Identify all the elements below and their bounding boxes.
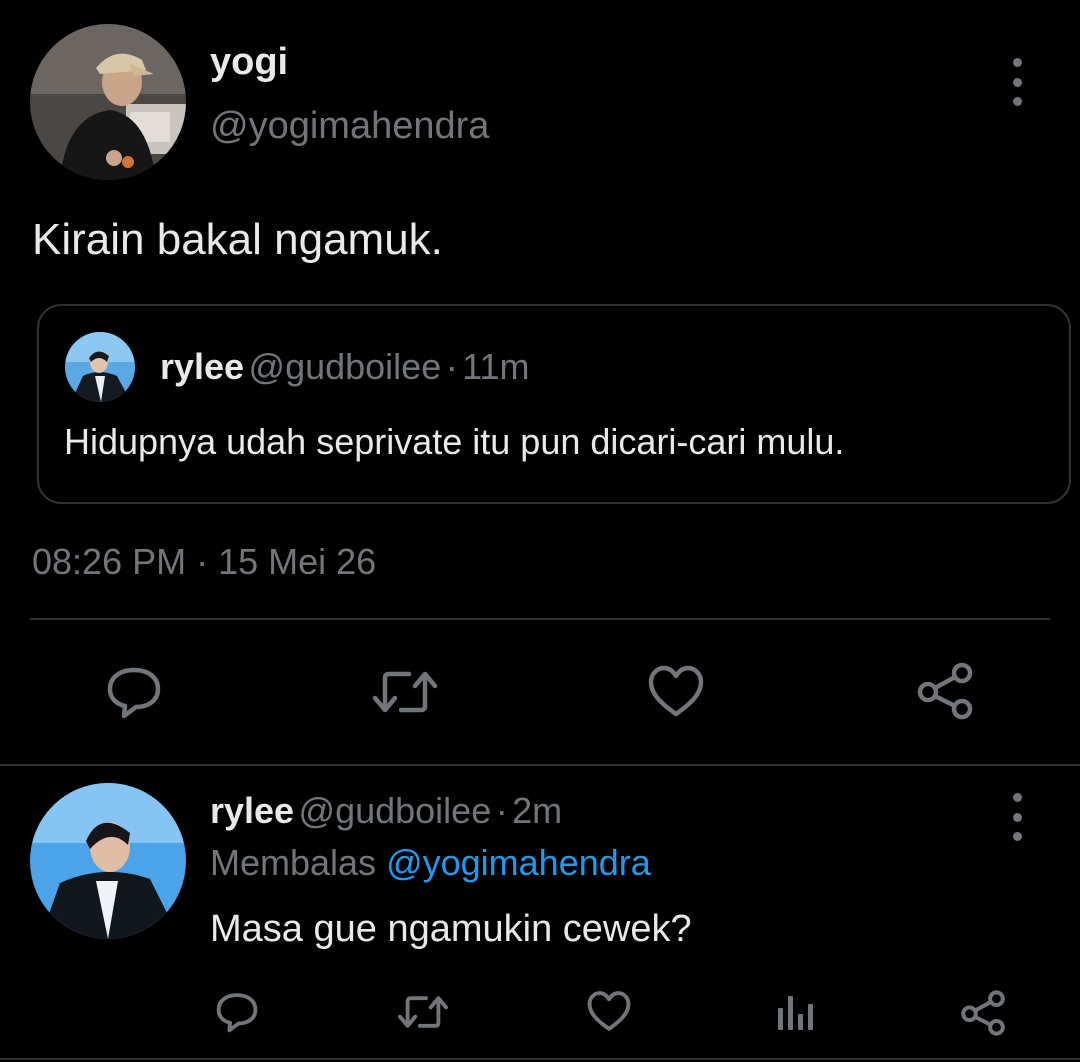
share-icon[interactable] <box>960 990 1006 1036</box>
reply-icon[interactable] <box>104 664 164 720</box>
reply-handle[interactable]: @gudboilee <box>299 790 492 831</box>
like-icon[interactable] <box>647 664 705 718</box>
quoted-tweet-card[interactable]: rylee @gudboilee · 11m Hidupnya udah sep… <box>37 304 1071 504</box>
like-icon[interactable] <box>586 990 632 1032</box>
replying-label: Membalas <box>210 842 377 883</box>
reply-text: Masa gue ngamukin cewek? <box>210 908 692 950</box>
share-icon[interactable] <box>916 662 974 720</box>
reply-display-name[interactable]: rylee <box>210 790 294 831</box>
replying-to: Membalas @yogimahendra <box>210 841 651 885</box>
quoted-handle: @gudboilee <box>248 346 442 387</box>
author-avatar[interactable] <box>30 24 186 180</box>
author-display-name[interactable]: yogi <box>210 40 288 84</box>
retweet-icon[interactable] <box>371 666 439 718</box>
more-options-icon[interactable] <box>1005 58 1029 106</box>
tweet-text: Kirain bakal ngamuk. <box>32 215 443 264</box>
reply-time[interactable]: 2m <box>512 790 562 831</box>
quoted-display-name: rylee <box>160 346 245 387</box>
quoted-header: rylee @gudboilee · 11m <box>160 346 530 388</box>
tweet-thread: yogi @yogimahendra Kirain bakal ngamuk. … <box>0 0 1080 1062</box>
retweet-icon[interactable] <box>396 992 450 1032</box>
tweet-timestamp[interactable]: 08:26 PM · 15 Mei 26 <box>32 540 376 584</box>
quoted-text: Hidupnya udah seprivate itu pun dicari-c… <box>64 421 845 462</box>
reply-header: rylee @gudboilee · 2m <box>210 790 562 832</box>
divider <box>30 618 1050 620</box>
reply-author-avatar[interactable] <box>30 783 186 939</box>
divider <box>0 764 1080 766</box>
replying-mention-link[interactable]: @yogimahendra <box>386 842 651 883</box>
analytics-icon[interactable] <box>776 994 816 1032</box>
quoted-time: 11m <box>462 346 530 387</box>
more-options-icon[interactable] <box>1005 793 1029 841</box>
quoted-separator: · <box>445 346 458 387</box>
author-handle[interactable]: @yogimahendra <box>210 104 489 148</box>
reply-separator: · <box>495 790 508 831</box>
reply-icon[interactable] <box>214 990 260 1034</box>
quoted-author-avatar <box>65 332 135 402</box>
divider <box>0 1058 1080 1060</box>
